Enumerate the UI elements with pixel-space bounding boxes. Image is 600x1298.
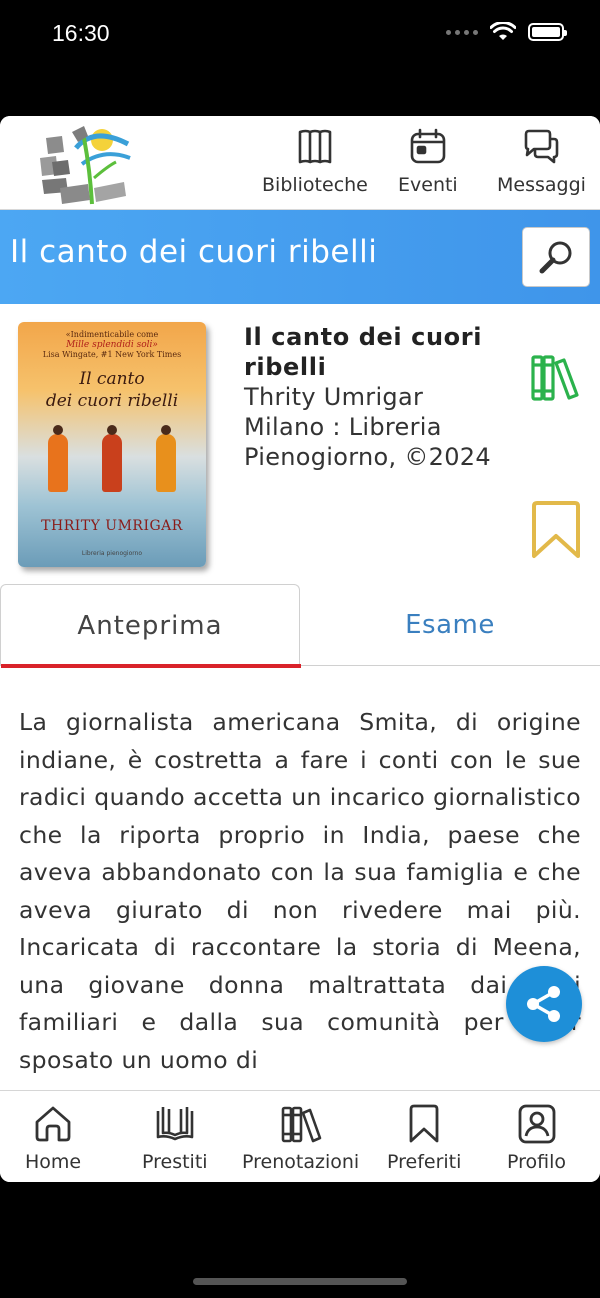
nav-messaggi-label: Messaggi: [497, 174, 586, 196]
bottom-nav-prenotazioni-label: Prenotazioni: [242, 1151, 360, 1173]
home-icon: [35, 1106, 71, 1142]
search-button[interactable]: [522, 227, 590, 287]
reservations-icon: [281, 1106, 321, 1143]
page-title: Il canto dei cuori ribelli: [10, 234, 378, 270]
cover-author: THRITY UMRIGAR: [41, 518, 183, 534]
cover-publisher: Libreria pienogiorno: [81, 550, 143, 557]
cover-figure: [156, 425, 176, 492]
cover-tagline-3: Lisa Wingate, #1 New York Times: [42, 350, 182, 359]
tab-esame[interactable]: Esame: [300, 584, 600, 666]
nav-biblioteche[interactable]: Biblioteche: [262, 126, 368, 196]
bottom-nav-profilo[interactable]: Profilo: [507, 1103, 566, 1173]
bottom-navigation: Home Prestiti Prenotazioni Preferiti Pro…: [0, 1090, 600, 1182]
cover-tagline: «Indimenticabile come Mille splendidi so…: [18, 330, 206, 360]
bottom-nav-profilo-label: Profilo: [507, 1151, 567, 1173]
nav-eventi[interactable]: Eventi: [398, 126, 458, 196]
calendar-icon: [410, 128, 446, 164]
cover-tagline-1: «Indimenticabile come: [65, 330, 159, 339]
books-hold-icon[interactable]: [530, 351, 582, 403]
wifi-icon: [490, 22, 516, 40]
top-header: Biblioteche Eventi Messaggi: [0, 116, 600, 210]
cover-figure: [48, 425, 68, 492]
cover-tagline-2: Mille splendidi soli»: [66, 340, 158, 350]
tab-anteprima[interactable]: Anteprima: [0, 584, 301, 668]
search-icon: [539, 241, 572, 274]
status-bar: 16:30: [0, 0, 600, 116]
bottom-nav-preferiti-label: Preferiti: [387, 1151, 462, 1173]
book-details: «Indimenticabile come Mille splendidi so…: [0, 304, 600, 584]
cover-figure: [102, 425, 122, 492]
nav-messaggi[interactable]: Messaggi: [497, 126, 586, 196]
home-indicator[interactable]: [193, 1278, 407, 1285]
library-logo[interactable]: [32, 118, 136, 208]
cellular-signal-icon: [446, 29, 478, 35]
title-bar: Il canto dei cuori ribelli: [0, 210, 600, 304]
profile-icon: [518, 1104, 555, 1144]
book-cover-image[interactable]: «Indimenticabile come Mille splendidi so…: [18, 322, 206, 567]
bottom-nav-home-label: Home: [25, 1151, 82, 1173]
share-button[interactable]: [506, 966, 582, 1042]
status-indicators: [446, 22, 567, 42]
bottom-nav-home[interactable]: Home: [25, 1103, 81, 1173]
cover-title: Il canto dei cuori ribelli: [18, 368, 206, 412]
nav-biblioteche-label: Biblioteche: [262, 174, 368, 196]
bookmark-icon[interactable]: [528, 500, 584, 560]
battery-icon: [528, 23, 567, 41]
bookmark-icon: [409, 1104, 439, 1143]
book-author[interactable]: Thrity Umrigar: [244, 382, 524, 412]
status-time: 16:30: [52, 20, 110, 46]
app-screen: Biblioteche Eventi Messaggi Il canto dei…: [0, 116, 600, 1182]
bottom-nav-prenotazioni[interactable]: Prenotazioni: [242, 1103, 359, 1173]
book-publication: Milano : Libreria Pienogiorno, ©2024: [244, 413, 491, 471]
tab-bar: Anteprima Esame: [0, 584, 600, 668]
bottom-nav-prestiti[interactable]: Prestiti: [142, 1103, 208, 1173]
book-info: Il canto dei cuori ribelli Thrity Umriga…: [244, 322, 524, 472]
share-icon: [527, 986, 560, 1022]
cover-title-line-1: Il canto: [79, 369, 145, 389]
book-description: La giornalista americana Smita, di origi…: [19, 708, 581, 1074]
bottom-nav-preferiti[interactable]: Preferiti: [387, 1103, 461, 1173]
messages-icon: [525, 129, 559, 164]
bottom-nav-prestiti-label: Prestiti: [142, 1151, 208, 1173]
loans-icon: [156, 1107, 194, 1141]
cover-title-line-2: dei cuori ribelli: [45, 391, 179, 411]
nav-eventi-label: Eventi: [398, 174, 458, 196]
book-open-icon: [298, 129, 332, 164]
book-title: Il canto dei cuori ribelli: [244, 323, 483, 381]
